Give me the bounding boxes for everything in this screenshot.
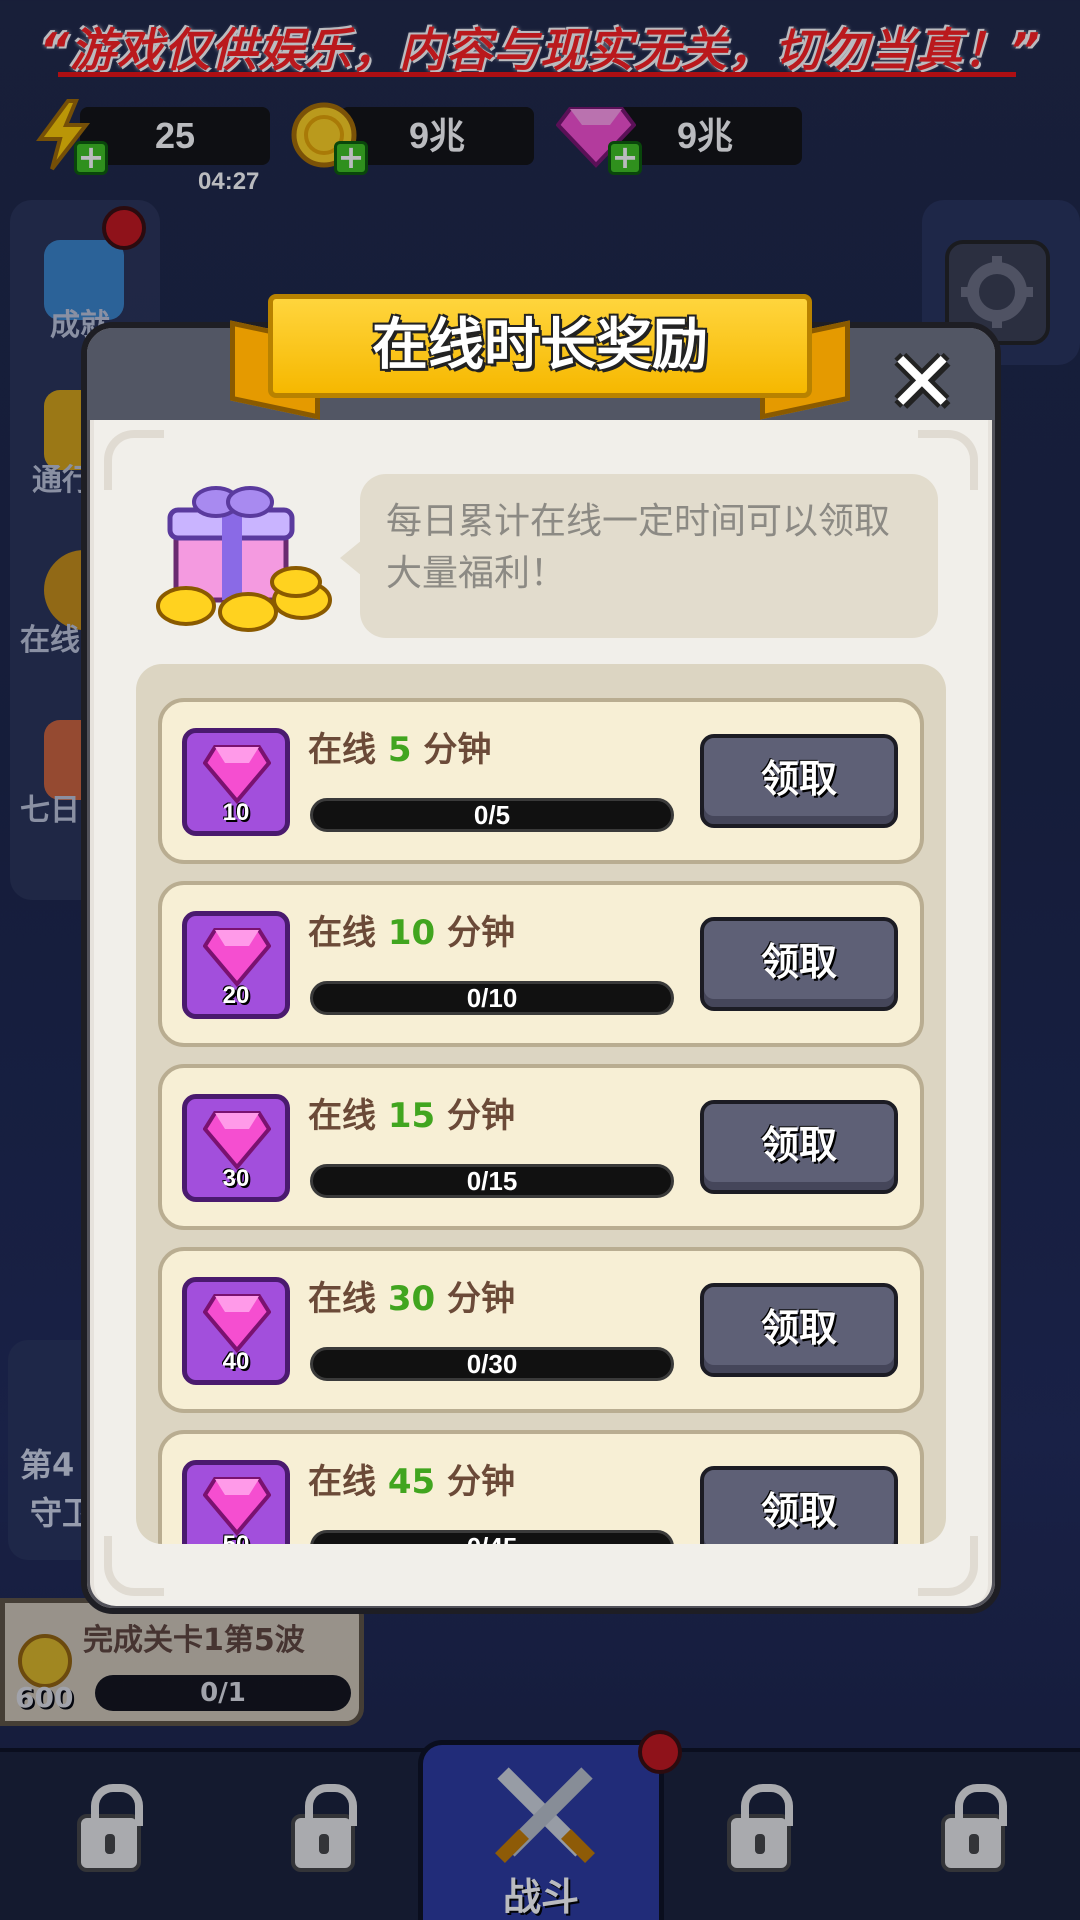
gem-reward-box: 30 xyxy=(182,1094,290,1202)
progress-bar: 0/45 xyxy=(310,1530,674,1544)
row-minutes: 45 xyxy=(387,1462,436,1502)
row-minutes: 30 xyxy=(387,1279,436,1319)
row-label: 在线 45 分钟 xyxy=(308,1454,515,1503)
description-text: 每日累计在线一定时间可以领取大量福利！ xyxy=(360,474,938,638)
modal-title: 在线时长奖励 xyxy=(372,313,708,378)
gem-reward-box: 10 xyxy=(182,728,290,836)
gem-reward-box: 20 xyxy=(182,911,290,1019)
gem-icon xyxy=(203,1294,271,1354)
reward-list[interactable]: 10 在线 5 分钟 0/5 领取 20 在线 10 分钟 0/10 领取 30… xyxy=(136,664,946,1544)
progress-bar: 0/15 xyxy=(310,1164,674,1198)
gem-reward-count: 20 xyxy=(222,982,250,1009)
gift-box-icon xyxy=(156,486,332,632)
row-minutes: 10 xyxy=(387,913,436,953)
gem-icon xyxy=(203,928,271,988)
close-icon[interactable]: ✕ xyxy=(880,340,964,424)
progress-text: 0/30 xyxy=(466,1349,518,1379)
row-label-suffix: 分钟 xyxy=(435,1279,516,1319)
claim-button[interactable]: 领取 xyxy=(700,1100,898,1194)
row-minutes: 5 xyxy=(387,730,412,770)
claim-button[interactable]: 领取 xyxy=(700,1283,898,1377)
progress-bar: 0/10 xyxy=(310,981,674,1015)
row-minutes: 15 xyxy=(387,1096,436,1136)
reward-row: 40 在线 30 分钟 0/30 领取 xyxy=(158,1247,924,1413)
progress-text: 0/15 xyxy=(466,1166,518,1196)
row-label-prefix: 在线 xyxy=(308,1462,388,1502)
gem-reward-box: 50 xyxy=(182,1460,290,1544)
gem-reward-box: 40 xyxy=(182,1277,290,1385)
claim-button[interactable]: 领取 xyxy=(700,734,898,828)
row-label-prefix: 在线 xyxy=(308,913,388,953)
gem-icon xyxy=(203,1477,271,1537)
row-label-suffix: 分钟 xyxy=(435,1096,516,1136)
speech-tail xyxy=(340,540,362,576)
row-label: 在线 30 分钟 xyxy=(308,1271,515,1320)
row-label-suffix: 分钟 xyxy=(411,730,492,770)
progress-text: 0/45 xyxy=(313,1533,671,1544)
gem-reward-count: 40 xyxy=(222,1348,250,1375)
reward-row: 20 在线 10 分钟 0/10 领取 xyxy=(158,881,924,1047)
gem-icon xyxy=(203,745,271,805)
progress-text: 0/10 xyxy=(466,983,518,1013)
claim-button[interactable]: 领取 xyxy=(700,917,898,1011)
reward-row: 50 在线 45 分钟 0/45 领取 xyxy=(158,1430,924,1544)
row-label: 在线 15 分钟 xyxy=(308,1088,515,1137)
gem-reward-count: 10 xyxy=(222,799,250,826)
row-label: 在线 5 分钟 xyxy=(308,722,491,771)
row-label-suffix: 分钟 xyxy=(435,1462,516,1502)
progress-bar: 0/5 xyxy=(310,798,674,832)
row-label-prefix: 在线 xyxy=(308,730,388,770)
row-label-suffix: 分钟 xyxy=(435,913,516,953)
claim-button[interactable]: 领取 xyxy=(700,1466,898,1544)
gem-reward-count: 50 xyxy=(187,1531,285,1544)
row-label: 在线 10 分钟 xyxy=(308,905,515,954)
gem-reward-count: 30 xyxy=(222,1165,250,1192)
reward-row: 10 在线 5 分钟 0/5 领取 xyxy=(158,698,924,864)
reward-row: 30 在线 15 分钟 0/15 领取 xyxy=(158,1064,924,1230)
row-label-prefix: 在线 xyxy=(308,1096,388,1136)
progress-text: 0/5 xyxy=(473,800,511,830)
gem-icon xyxy=(203,1111,271,1171)
progress-bar: 0/30 xyxy=(310,1347,674,1381)
row-label-prefix: 在线 xyxy=(308,1279,388,1319)
